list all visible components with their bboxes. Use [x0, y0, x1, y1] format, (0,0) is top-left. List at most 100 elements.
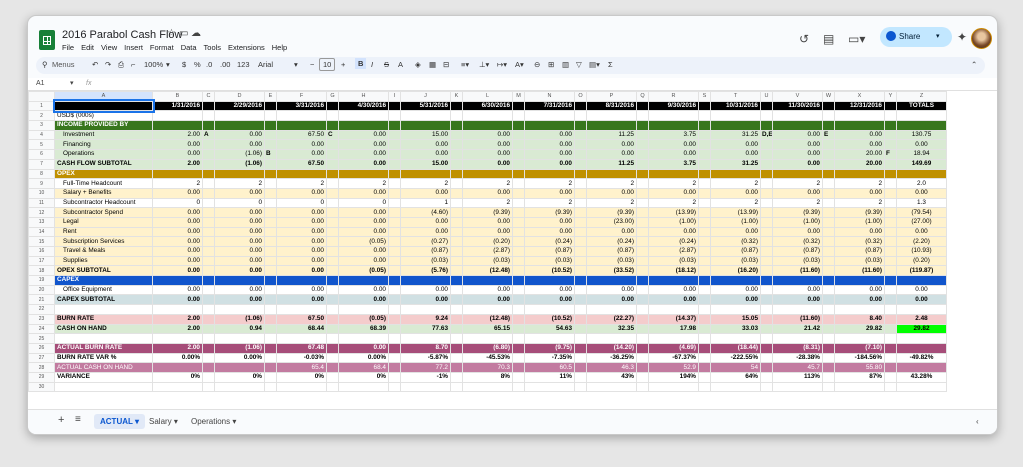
value-cell[interactable]: (0.32)	[710, 236, 761, 247]
note-cell[interactable]	[388, 120, 401, 131]
value-cell[interactable]: 0%	[338, 371, 389, 383]
note-cell[interactable]	[450, 323, 463, 335]
functions-icon[interactable]: Σ	[608, 60, 613, 69]
merge-cells-icon[interactable]: ⊟	[443, 60, 449, 69]
row-label-cell[interactable]: Full-Time Headcount	[54, 178, 153, 189]
note-cell[interactable]	[512, 100, 525, 112]
note-cell[interactable]	[636, 371, 649, 383]
value-cell[interactable]: 0.00	[834, 284, 885, 296]
row-label-cell[interactable]: Subcontractor Headcount	[54, 197, 153, 209]
note-cell[interactable]	[760, 362, 773, 373]
note-cell[interactable]	[760, 226, 773, 238]
value-cell[interactable]: 0.00	[524, 139, 575, 151]
note-cell[interactable]	[264, 352, 277, 364]
value-cell[interactable]: (14.37)	[648, 313, 699, 325]
value-cell[interactable]: 15.05	[710, 313, 761, 325]
column-header[interactable]: E	[264, 91, 277, 102]
note-cell[interactable]	[202, 236, 215, 247]
value-cell[interactable]: 3/31/2016	[276, 100, 327, 112]
value-cell[interactable]: 0.00	[152, 255, 203, 267]
note-cell[interactable]	[202, 178, 215, 189]
bold-icon[interactable]: B	[355, 58, 367, 69]
value-cell[interactable]: 2	[524, 197, 575, 209]
value-cell[interactable]: 0.00	[586, 139, 637, 151]
borders-icon[interactable]: ▦	[429, 60, 436, 69]
value-cell[interactable]: 9/30/2016	[648, 100, 699, 112]
note-cell[interactable]	[202, 313, 215, 325]
column-header[interactable]: J	[400, 91, 451, 102]
value-cell[interactable]: (9.39)	[834, 207, 885, 218]
value-cell[interactable]: 20.00	[834, 149, 885, 160]
value-cell[interactable]: 0.00	[524, 284, 575, 296]
note-cell[interactable]	[450, 371, 463, 383]
value-cell[interactable]: 0.00	[338, 139, 389, 151]
row-label-cell[interactable]: BURN RATE	[54, 313, 153, 325]
total-cell[interactable]	[896, 110, 947, 122]
row-label-cell[interactable]	[54, 333, 153, 344]
value-cell[interactable]: 0.00	[648, 139, 699, 151]
value-cell[interactable]	[834, 110, 885, 122]
note-cell[interactable]	[326, 216, 339, 228]
note-cell[interactable]	[202, 333, 215, 344]
row-header[interactable]: 23	[28, 313, 55, 325]
note-cell[interactable]	[822, 313, 835, 325]
note-cell[interactable]	[636, 304, 649, 315]
value-cell[interactable]: 0	[276, 197, 327, 209]
menu-data[interactable]: Data	[181, 43, 197, 52]
column-header[interactable]: L	[462, 91, 513, 102]
note-cell[interactable]	[636, 265, 649, 277]
value-cell[interactable]: 21.42	[772, 323, 823, 335]
value-cell[interactable]: 1/31/2016	[152, 100, 203, 112]
note-cell[interactable]	[388, 236, 401, 247]
value-cell[interactable]: 43%	[586, 371, 637, 383]
note-cell[interactable]	[450, 100, 463, 112]
value-cell[interactable]: 0.00	[462, 216, 513, 228]
name-box[interactable]: A1	[36, 80, 45, 87]
note-cell[interactable]	[574, 120, 587, 131]
note-cell[interactable]	[202, 323, 215, 335]
row-header[interactable]: 22	[28, 304, 55, 315]
note-cell[interactable]	[822, 207, 835, 218]
value-cell[interactable]: 0.00%	[214, 352, 265, 364]
value-cell[interactable]: 68.39	[338, 323, 389, 335]
note-cell[interactable]	[512, 178, 525, 189]
note-cell[interactable]	[450, 226, 463, 238]
note-cell[interactable]	[512, 197, 525, 209]
note-cell[interactable]	[760, 246, 773, 257]
note-cell[interactable]	[326, 323, 339, 335]
note-cell[interactable]	[698, 342, 711, 354]
value-cell[interactable]: 64%	[710, 371, 761, 383]
value-cell[interactable]: 7/31/2016	[524, 100, 575, 112]
note-cell[interactable]	[326, 304, 339, 315]
note-cell[interactable]	[822, 236, 835, 247]
note-cell[interactable]	[884, 207, 897, 218]
note-cell[interactable]	[512, 149, 525, 160]
value-cell[interactable]: 2	[462, 178, 513, 189]
value-cell[interactable]	[276, 168, 327, 180]
value-cell[interactable]: 0.00	[214, 265, 265, 277]
print-icon[interactable]: ⎙	[118, 60, 124, 70]
note-cell[interactable]	[450, 275, 463, 286]
note-cell[interactable]	[202, 362, 215, 373]
value-cell[interactable]: 77.2	[400, 362, 451, 373]
note-cell[interactable]	[822, 371, 835, 383]
value-cell[interactable]: (0.03)	[400, 255, 451, 267]
value-cell[interactable]	[276, 110, 327, 122]
row-header[interactable]: 9	[28, 178, 55, 189]
note-cell[interactable]	[884, 381, 897, 393]
note-cell[interactable]	[264, 197, 277, 209]
note-cell[interactable]	[264, 342, 277, 354]
value-cell[interactable]: 0%	[152, 371, 203, 383]
note-cell[interactable]	[512, 246, 525, 257]
value-cell[interactable]: 0.00	[462, 284, 513, 296]
row-label-cell[interactable]: CASH FLOW SUBTOTAL	[54, 158, 153, 170]
row-header[interactable]: 25	[28, 333, 55, 344]
font-size-decrease-button[interactable]: −	[310, 60, 314, 69]
note-cell[interactable]	[760, 236, 773, 247]
note-cell[interactable]	[698, 381, 711, 393]
value-cell[interactable]: 0.00	[214, 216, 265, 228]
note-cell[interactable]	[698, 371, 711, 383]
note-cell[interactable]	[636, 313, 649, 325]
total-cell[interactable]: 1.3	[896, 197, 947, 209]
note-cell[interactable]	[574, 100, 587, 112]
